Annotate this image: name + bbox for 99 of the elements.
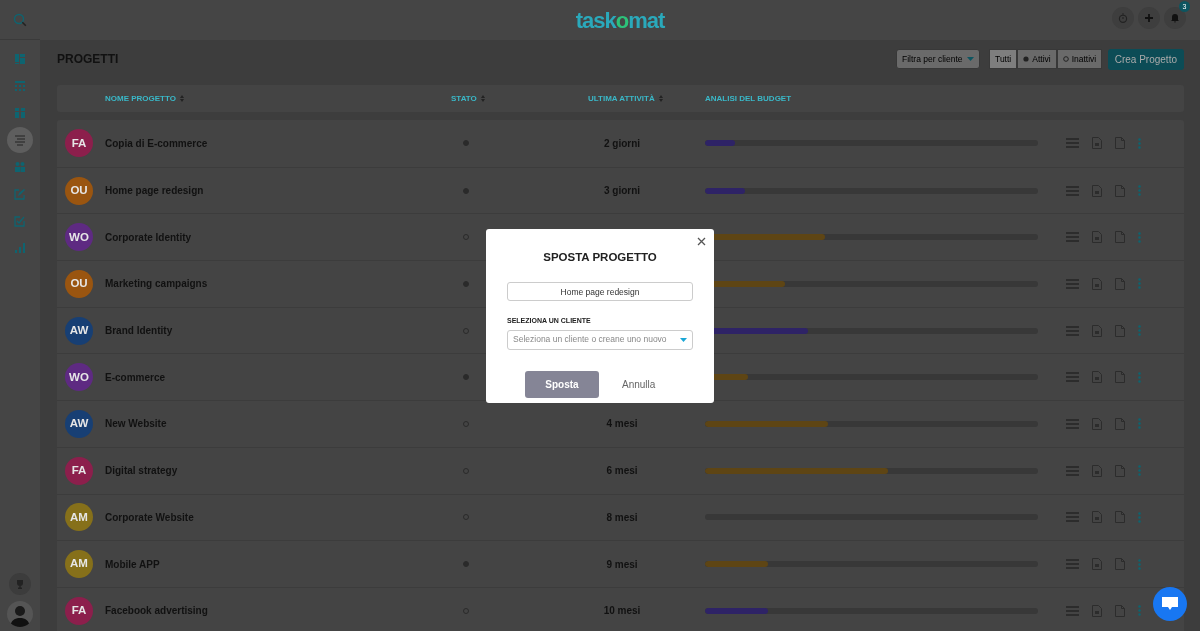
more-icon[interactable] (1138, 185, 1141, 197)
notifications-button[interactable] (1164, 7, 1186, 29)
project-avatar: AW (65, 316, 93, 345)
file-icon[interactable] (1115, 371, 1125, 384)
logo: taskomat (575, 6, 665, 35)
stopwatch-icon (1118, 13, 1128, 23)
project-avatar: AM (65, 503, 93, 532)
list-icon[interactable] (1066, 278, 1079, 289)
filter-toggle[interactable]: Tutti (989, 49, 1018, 69)
more-icon[interactable] (1138, 325, 1141, 337)
caret-icon (680, 337, 687, 342)
project-avatar: WO (65, 363, 93, 392)
project-avatar: FA (65, 129, 93, 158)
edit-icon (14, 188, 26, 200)
more-icon[interactable] (1138, 278, 1141, 290)
document-icon[interactable] (1092, 324, 1102, 337)
project-name-field[interactable]: Home page redesign (507, 282, 693, 302)
project-avatar: OU (65, 176, 93, 205)
list-icon[interactable] (1066, 605, 1079, 616)
column-header[interactable]: ULTIMA ATTIVITÀ (588, 92, 687, 105)
trophy-button[interactable] (9, 573, 31, 595)
sort-icon (480, 95, 485, 102)
list-icon[interactable] (1066, 185, 1079, 196)
document-icon[interactable] (1092, 511, 1102, 524)
column-header: ANALISI DEL BUDGET (705, 92, 793, 105)
filter-toggle[interactable]: Inattivi (1056, 49, 1103, 69)
list-icon[interactable] (1066, 232, 1079, 243)
trophy-icon (15, 579, 25, 589)
file-icon[interactable] (1115, 137, 1125, 150)
list-icon[interactable] (1066, 559, 1079, 570)
sort-icon (658, 95, 663, 102)
file-icon[interactable] (1115, 511, 1125, 524)
more-icon[interactable] (1138, 465, 1141, 477)
list-icon (14, 134, 26, 146)
empty-dot-icon (1062, 56, 1069, 62)
document-icon[interactable] (1092, 184, 1102, 197)
project-avatar: OU (65, 269, 93, 298)
client-select[interactable]: Seleziona un cliente o creane uno nuovo (507, 329, 693, 350)
project-avatar: AM (65, 550, 93, 579)
list-icon[interactable] (1066, 465, 1079, 476)
sidebar-item[interactable] (7, 127, 33, 153)
check-icon (14, 215, 26, 227)
create-project-button[interactable]: Crea Progetto (1107, 48, 1184, 70)
sort-icon (179, 95, 184, 102)
bell-icon (1170, 13, 1180, 23)
project-avatar: FA (65, 456, 93, 485)
add-button[interactable] (1138, 7, 1160, 29)
document-icon[interactable] (1092, 604, 1102, 617)
document-icon[interactable] (1092, 417, 1102, 430)
filter-toggle[interactable]: Attivi (1017, 49, 1057, 69)
calendar-icon (14, 80, 26, 92)
file-icon[interactable] (1115, 558, 1125, 571)
move-button[interactable]: Sposta (525, 370, 599, 398)
document-icon[interactable] (1092, 231, 1102, 244)
more-icon[interactable] (1138, 371, 1141, 383)
team-icon (14, 161, 26, 173)
filled-dot-icon (1023, 56, 1030, 62)
document-icon[interactable] (1092, 137, 1102, 150)
file-icon[interactable] (1115, 464, 1125, 477)
more-icon[interactable] (1138, 511, 1141, 523)
list-icon[interactable] (1066, 512, 1079, 523)
timer-button[interactable] (1112, 7, 1134, 29)
cancel-button[interactable]: Annulla (622, 376, 656, 392)
more-icon[interactable] (1138, 418, 1141, 430)
columns-icon (14, 107, 26, 119)
file-icon[interactable] (1115, 231, 1125, 244)
column-header[interactable]: NOME PROGETTO (105, 92, 440, 105)
document-icon[interactable] (1092, 277, 1102, 290)
file-icon[interactable] (1115, 324, 1125, 337)
chat-icon (1162, 597, 1178, 611)
document-icon[interactable] (1092, 464, 1102, 477)
more-icon[interactable] (1138, 137, 1141, 149)
file-icon[interactable] (1115, 417, 1125, 430)
column-header[interactable]: STATO (451, 92, 500, 105)
list-icon[interactable] (1066, 325, 1079, 336)
list-icon[interactable] (1066, 372, 1079, 383)
file-icon[interactable] (1115, 184, 1125, 197)
dashboard-icon (14, 53, 26, 65)
close-icon (697, 237, 706, 246)
project-avatar: FA (65, 596, 93, 625)
client-filter[interactable]: Filtra per cliente (896, 49, 980, 69)
search-icon[interactable] (13, 12, 27, 27)
document-icon[interactable] (1092, 371, 1102, 384)
project-avatar: AW (65, 409, 93, 438)
project-avatar: WO (65, 223, 93, 252)
file-icon[interactable] (1115, 277, 1125, 290)
document-icon[interactable] (1092, 558, 1102, 571)
user-avatar[interactable] (7, 601, 33, 627)
list-icon[interactable] (1066, 138, 1079, 149)
plus-icon (1144, 13, 1154, 23)
file-icon[interactable] (1115, 604, 1125, 617)
more-icon[interactable] (1138, 605, 1141, 617)
close-button[interactable] (697, 237, 706, 246)
more-icon[interactable] (1138, 231, 1141, 243)
more-icon[interactable] (1138, 558, 1141, 570)
caret-icon (967, 57, 974, 61)
bar-chart-icon (14, 242, 26, 254)
list-icon[interactable] (1066, 418, 1079, 429)
modal-title: SPOSTA PROGETTO (542, 250, 658, 265)
